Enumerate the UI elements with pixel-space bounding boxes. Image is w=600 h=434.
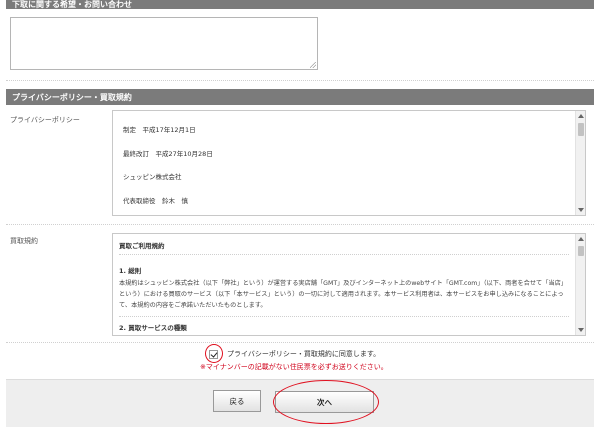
inquiry-textarea[interactable]	[10, 17, 318, 70]
inquiry-section-header: 下取に関する希望・お問い合わせ	[6, 0, 594, 9]
annotation-circle	[273, 380, 379, 424]
privacy-policy-scroll-box[interactable]: 制定 平成17年12月1日 最終改訂 平成27年10月28日 シュッピン株式会社…	[112, 110, 586, 216]
my-number-note: ※マイナンバーの記載がない住民票を必ずお送りください。	[200, 363, 388, 371]
scroll-thumb[interactable]	[578, 123, 584, 136]
terms-section-1-title: 1. 総則	[119, 267, 142, 275]
terms-heading: 買取ご利用規約	[119, 242, 165, 250]
privacy-line: 最終改訂 平成27年10月28日	[123, 150, 213, 158]
terms-section-1-body: 本規約はシュッピン株式会社（以下「弊社」という）が運営する実店舗「GMT」及びイ…	[119, 280, 567, 309]
resize-grip-icon[interactable]	[310, 62, 316, 68]
privacy-line: シュッピン株式会社	[123, 173, 182, 181]
terms-section-2-title: 2. 買取サービスの種類	[119, 324, 187, 332]
back-button[interactable]: 戻る	[213, 390, 261, 412]
annotation-circle	[205, 344, 223, 363]
consent-label[interactable]: プライバシーポリシー・買取規約に同意します。	[227, 349, 380, 359]
divider	[6, 80, 594, 81]
terms-divider	[119, 254, 569, 255]
divider	[6, 342, 594, 343]
privacy-line: 制定 平成17年12月1日	[123, 126, 196, 134]
terms-scrollbar[interactable]	[575, 234, 585, 335]
privacy-policy-label: プライバシーポリシー	[10, 116, 80, 124]
consent-row: プライバシーポリシー・買取規約に同意します。	[209, 349, 380, 359]
scroll-up-icon[interactable]	[578, 114, 584, 118]
scroll-thumb[interactable]	[578, 246, 584, 256]
scroll-down-icon[interactable]	[578, 208, 584, 212]
terms-divider	[119, 316, 569, 317]
policy-section-header: プライバシーポリシー・買取規約	[6, 89, 594, 105]
policy-section-title: プライバシーポリシー・買取規約	[12, 92, 132, 102]
scroll-up-icon[interactable]	[578, 237, 584, 241]
divider	[6, 224, 594, 225]
terms-scroll-box[interactable]: 買取ご利用規約 1. 総則 本規約はシュッピン株式会社（以下「弊社」という）が運…	[112, 233, 586, 336]
inquiry-section-title: 下取に関する希望・お問い合わせ	[12, 0, 132, 9]
privacy-scrollbar[interactable]	[575, 111, 585, 215]
scroll-down-icon[interactable]	[578, 328, 584, 332]
privacy-line: 代表取締役 鈴木 慎	[123, 197, 188, 205]
terms-label: 買取規約	[10, 237, 38, 245]
